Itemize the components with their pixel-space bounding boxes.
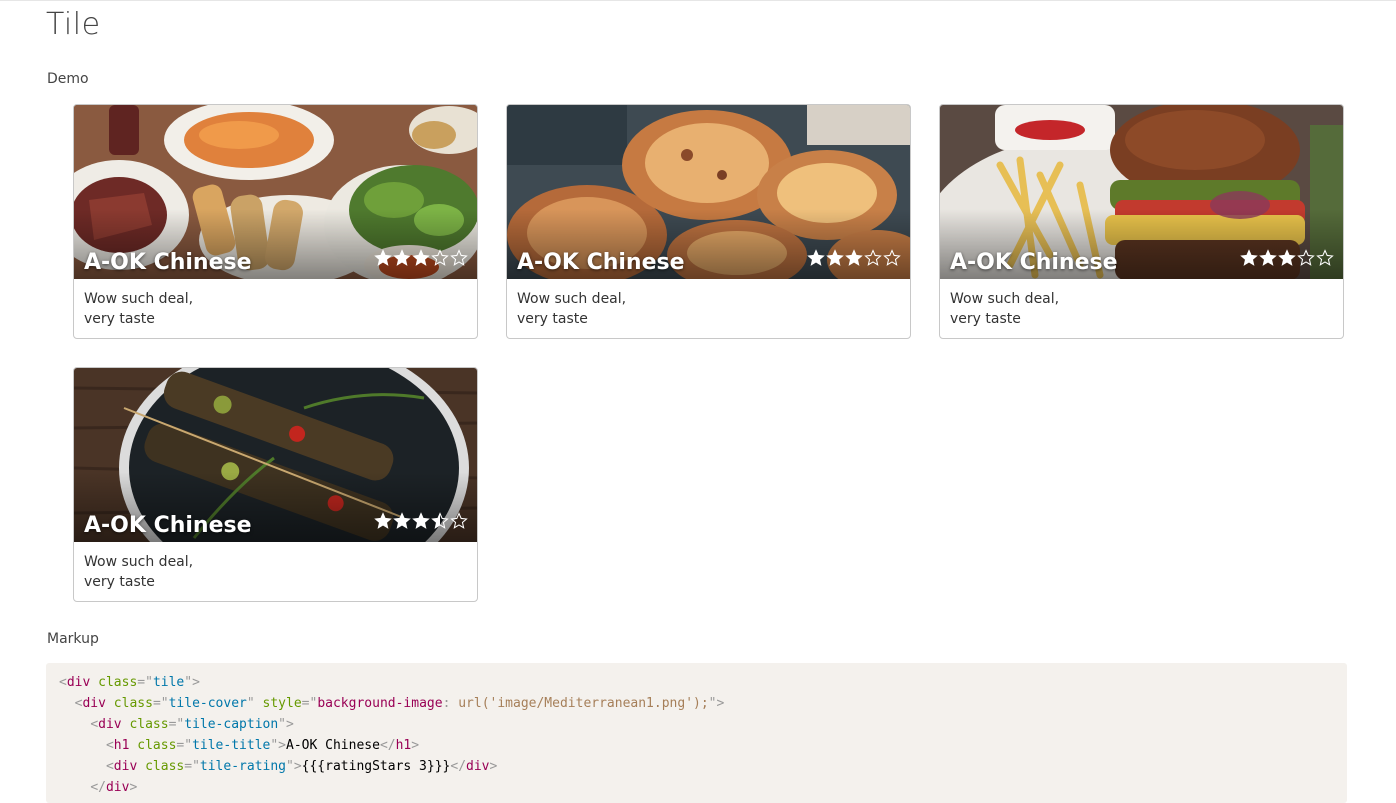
page-title: Tile [46,7,101,42]
star-full-icon [1240,249,1258,266]
code-line: <div class="tile-caption"> [90,717,294,732]
tile-cover: A-OK Chinese [74,105,477,279]
code-line: <div class="tile-cover" style="backgroun… [74,696,725,711]
star-half-icon [431,512,449,529]
star-full-icon [374,249,392,266]
star-full-icon [412,512,430,529]
tile-desc-line: very taste [517,311,588,327]
star-full-icon [393,512,411,529]
tile-cover: A-OK Chinese [74,368,477,542]
tile-cover: A-OK Chinese [507,105,910,279]
tile-title: A-OK Chinese [84,513,252,538]
star-empty-icon [450,249,468,266]
tile-rating [374,249,468,267]
tile[interactable]: A-OK Chinese Wow such deal, very taste [73,367,478,602]
tile-title: A-OK Chinese [517,250,685,275]
star-full-icon [826,249,844,266]
star-empty-icon [1297,249,1315,266]
star-empty-icon [431,249,449,266]
tile-title: A-OK Chinese [950,250,1118,275]
tile-title: A-OK Chinese [84,250,252,275]
star-full-icon [374,512,392,529]
star-full-icon [807,249,825,266]
code-line: <h1 class="tile-title">A-OK Chinese</h1> [105,738,420,753]
section-label-markup: Markup [47,631,99,647]
tile-desc-line: very taste [84,311,155,327]
tile[interactable]: A-OK Chinese Wow such deal, very taste [939,104,1344,339]
tile-rating [807,249,901,267]
tile[interactable]: A-OK Chinese Wow such deal, very taste [506,104,911,339]
tile-caption-text: Wow such deal, very taste [940,279,1343,338]
star-empty-icon [1316,249,1334,266]
code-line: </div> [90,780,138,795]
code-line: <div class="tile-rating">{{{ratingStars … [105,759,498,774]
tile-desc-line: very taste [84,574,155,590]
tile-rating [1240,249,1334,267]
star-full-icon [1259,249,1277,266]
tile-desc-line: Wow such deal, [950,291,1060,307]
star-empty-icon [864,249,882,266]
star-empty-icon [883,249,901,266]
tile-desc-line: very taste [950,311,1021,327]
markup-code-block: <div class="tile"> <div class="tile-cove… [46,663,1347,803]
star-empty-icon [450,512,468,529]
tile-rating [374,512,468,530]
tile-caption-text: Wow such deal, very taste [507,279,910,338]
tile-cover: A-OK Chinese [940,105,1343,279]
star-full-icon [393,249,411,266]
section-label-demo: Demo [47,71,89,87]
code-line: <div class="tile"> [59,675,200,690]
tile-caption-text: Wow such deal, very taste [74,542,477,601]
star-full-icon [412,249,430,266]
star-full-icon [845,249,863,266]
tile-desc-line: Wow such deal, [517,291,627,307]
tile-caption-text: Wow such deal, very taste [74,279,477,338]
tile-desc-line: Wow such deal, [84,554,194,570]
tile-desc-line: Wow such deal, [84,291,194,307]
star-full-icon [1278,249,1296,266]
tile[interactable]: A-OK Chinese Wow such deal, very taste [73,104,478,339]
